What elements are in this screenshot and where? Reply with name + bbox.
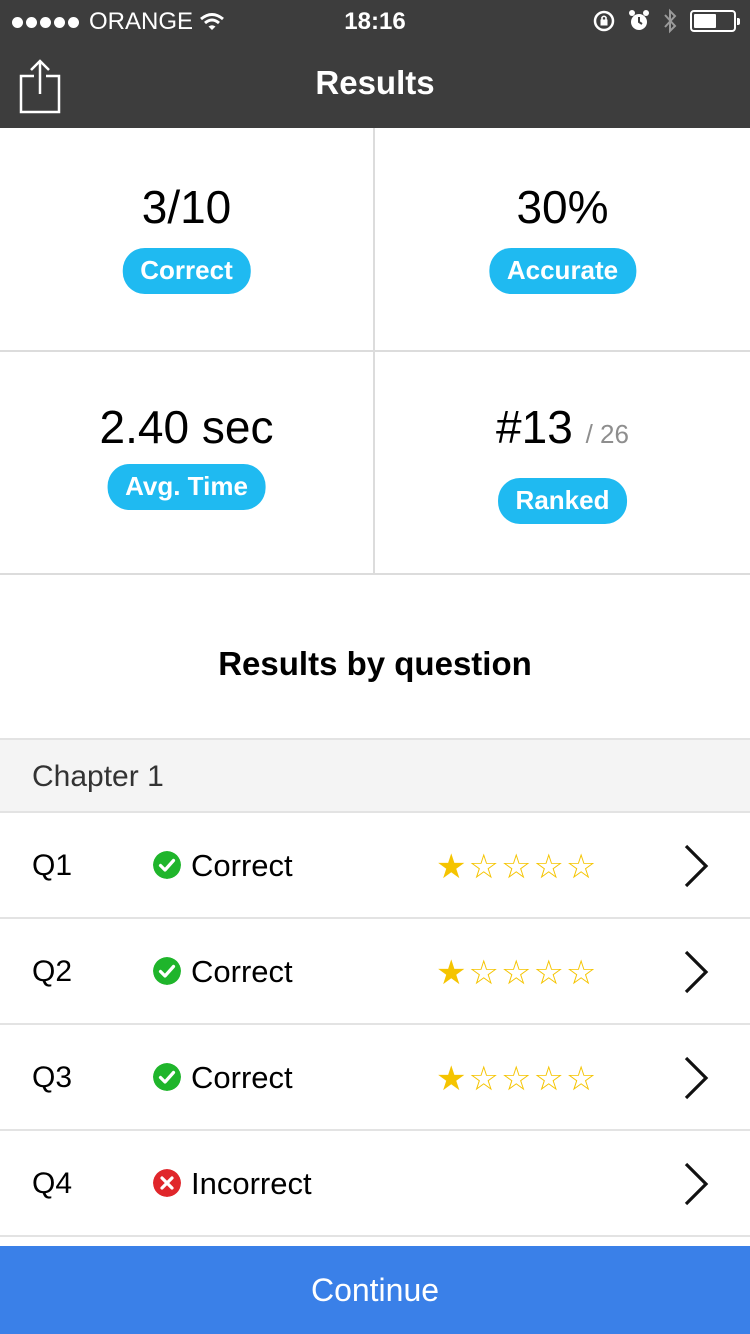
question-status: Correct [191, 848, 293, 883]
star-rating: ★☆☆☆☆ [436, 954, 599, 992]
stat-ranked-value: #13 [496, 401, 573, 453]
check-circle-icon [153, 851, 181, 879]
question-status: Correct [191, 954, 293, 989]
stat-accurate-value: 30% [516, 181, 609, 233]
status-right [592, 8, 740, 34]
stat-correct-value: 3/10 [141, 181, 232, 233]
x-circle-icon [153, 1169, 181, 1197]
chapter-title: Chapter 1 [32, 760, 164, 793]
question-status: Incorrect [191, 1166, 312, 1201]
stats-grid: 3/10 Correct 30% Accurate 2.40 sec Avg. … [0, 128, 750, 575]
star-rating: ★☆☆☆☆ [436, 1060, 599, 1098]
question-row-q4[interactable]: Q4 Incorrect [0, 1131, 750, 1237]
chapter-header: Chapter 1 [0, 738, 750, 813]
question-row-q3[interactable]: Q3 Correct ★☆☆☆☆ [0, 1025, 750, 1131]
status-bar: ORANGE 18:16 [0, 0, 750, 42]
section-title: Results by question [218, 645, 532, 682]
page-title: Results [315, 64, 435, 101]
stat-ranked-total: / 26 [585, 419, 629, 449]
stat-accurate: 30% Accurate [375, 128, 750, 352]
stat-ranked: #13 / 26 Ranked [375, 352, 750, 575]
question-id: Q2 [32, 955, 73, 988]
check-circle-icon [153, 1063, 181, 1091]
question-row-q2[interactable]: Q2 Correct ★☆☆☆☆ [0, 919, 750, 1025]
stat-accurate-badge: Accurate [488, 248, 637, 294]
star-rating: ★☆☆☆☆ [436, 848, 599, 886]
chevron-right-icon[interactable] [678, 1055, 714, 1101]
stat-ranked-value-line: #13 / 26 [375, 400, 750, 454]
chevron-right-icon[interactable] [678, 843, 714, 889]
stat-correct: 3/10 Correct [0, 128, 375, 352]
orientation-lock-icon [593, 10, 615, 32]
stat-correct-badge: Correct [122, 248, 251, 294]
stat-ranked-badge: Ranked [497, 478, 628, 524]
check-circle-icon [153, 957, 181, 985]
stat-avg-time-badge: Avg. Time [107, 464, 266, 510]
question-row-q1[interactable]: Q1 Correct ★☆☆☆☆ [0, 813, 750, 919]
alarm-icon [629, 10, 649, 30]
chevron-right-icon[interactable] [678, 1161, 714, 1207]
stat-avg-time-value: 2.40 sec [99, 401, 274, 453]
chevron-right-icon[interactable] [678, 949, 714, 995]
question-id: Q3 [32, 1061, 73, 1094]
top-bar: ORANGE 18:16 Results [0, 0, 750, 128]
question-id: Q1 [32, 849, 73, 882]
question-id: Q4 [32, 1167, 73, 1200]
battery-icon [690, 10, 740, 32]
bluetooth-icon [664, 8, 677, 34]
question-status: Correct [191, 1060, 293, 1095]
continue-button[interactable]: Continue [0, 1246, 750, 1334]
stat-avg-time: 2.40 sec Avg. Time [0, 352, 375, 575]
